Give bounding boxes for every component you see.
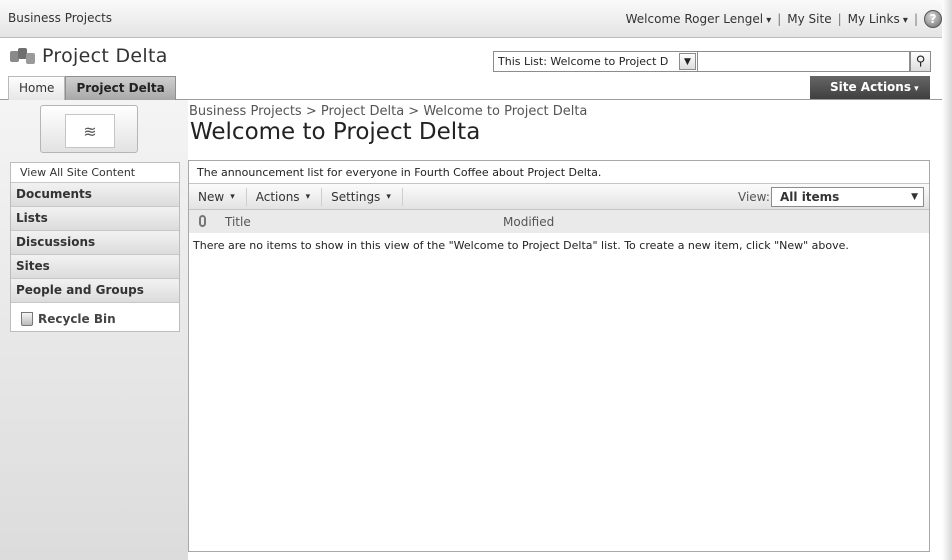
- list-header-row: Title Modified: [189, 210, 929, 233]
- breadcrumb[interactable]: Business Projects > Project Delta > Welc…: [189, 104, 587, 119]
- view-select[interactable]: All items ▼: [771, 187, 924, 207]
- welcome-menu[interactable]: Welcome Roger Lengel: [626, 12, 772, 26]
- site-title[interactable]: Project Delta: [42, 45, 168, 67]
- tab-home[interactable]: Home: [8, 76, 66, 100]
- my-site-link[interactable]: My Site: [787, 12, 831, 26]
- search-scope-select[interactable]: This List: Welcome to Project D: [493, 51, 698, 72]
- chevron-down-icon[interactable]: ▼: [679, 53, 696, 70]
- top-nav-tabs: Home Project Delta: [8, 76, 176, 100]
- window-edge: [942, 0, 952, 560]
- attachment-icon: [199, 215, 206, 227]
- site-collection-link[interactable]: Business Projects: [8, 11, 112, 25]
- search-icon[interactable]: ⚲: [910, 51, 931, 72]
- quick-launch-documents[interactable]: Documents: [11, 183, 179, 207]
- site-logo-icon: [10, 48, 36, 70]
- column-header-modified[interactable]: Modified: [503, 215, 554, 229]
- separator: |: [777, 12, 782, 26]
- user-links: Welcome Roger Lengel | My Site | My Link…: [626, 10, 942, 28]
- column-header-title[interactable]: Title: [225, 215, 251, 229]
- chevron-down-icon: ▼: [911, 192, 918, 202]
- my-links-menu[interactable]: My Links: [848, 12, 908, 26]
- quick-launch-discussions[interactable]: Discussions: [11, 231, 179, 255]
- recycle-bin-link[interactable]: Recycle Bin: [11, 303, 179, 331]
- site-actions-menu[interactable]: Site Actions: [810, 76, 930, 99]
- list-view-panel: The announcement list for everyone in Fo…: [188, 160, 930, 552]
- tab-project-delta[interactable]: Project Delta: [65, 76, 176, 100]
- list-toolbar: New Actions Settings View: All items ▼: [189, 184, 929, 210]
- global-navigation-bar: Business Projects Welcome Roger Lengel |…: [0, 0, 952, 38]
- separator: |: [837, 12, 842, 26]
- help-icon[interactable]: ?: [924, 10, 942, 28]
- view-label: View:: [738, 190, 770, 204]
- separator: |: [913, 12, 918, 26]
- people-glyph: ≋: [65, 114, 115, 148]
- new-menu-button[interactable]: New: [189, 187, 247, 206]
- search-input[interactable]: [698, 51, 910, 72]
- quick-launch-lists[interactable]: Lists: [11, 207, 179, 231]
- site-header: Project Delta This List: Welcome to Proj…: [0, 38, 942, 100]
- settings-menu-button[interactable]: Settings: [322, 187, 403, 206]
- left-navigation-area: ≋ View All Site Content Documents Lists …: [0, 100, 188, 560]
- page-title: Welcome to Project Delta: [190, 119, 481, 145]
- recycle-bin-icon: [21, 312, 33, 326]
- list-description: The announcement list for everyone in Fo…: [189, 161, 929, 184]
- view-all-site-content-link[interactable]: View All Site Content: [11, 163, 179, 183]
- empty-list-message: There are no items to show in this view …: [193, 239, 849, 252]
- recycle-bin-label: Recycle Bin: [38, 312, 116, 326]
- quick-launch: View All Site Content Documents Lists Di…: [10, 162, 180, 332]
- site-image-icon: ≋: [40, 105, 138, 153]
- actions-menu-button[interactable]: Actions: [247, 187, 323, 206]
- view-select-value: All items: [780, 190, 840, 204]
- quick-launch-sites[interactable]: Sites: [11, 255, 179, 279]
- quick-launch-people-and-groups[interactable]: People and Groups: [11, 279, 179, 303]
